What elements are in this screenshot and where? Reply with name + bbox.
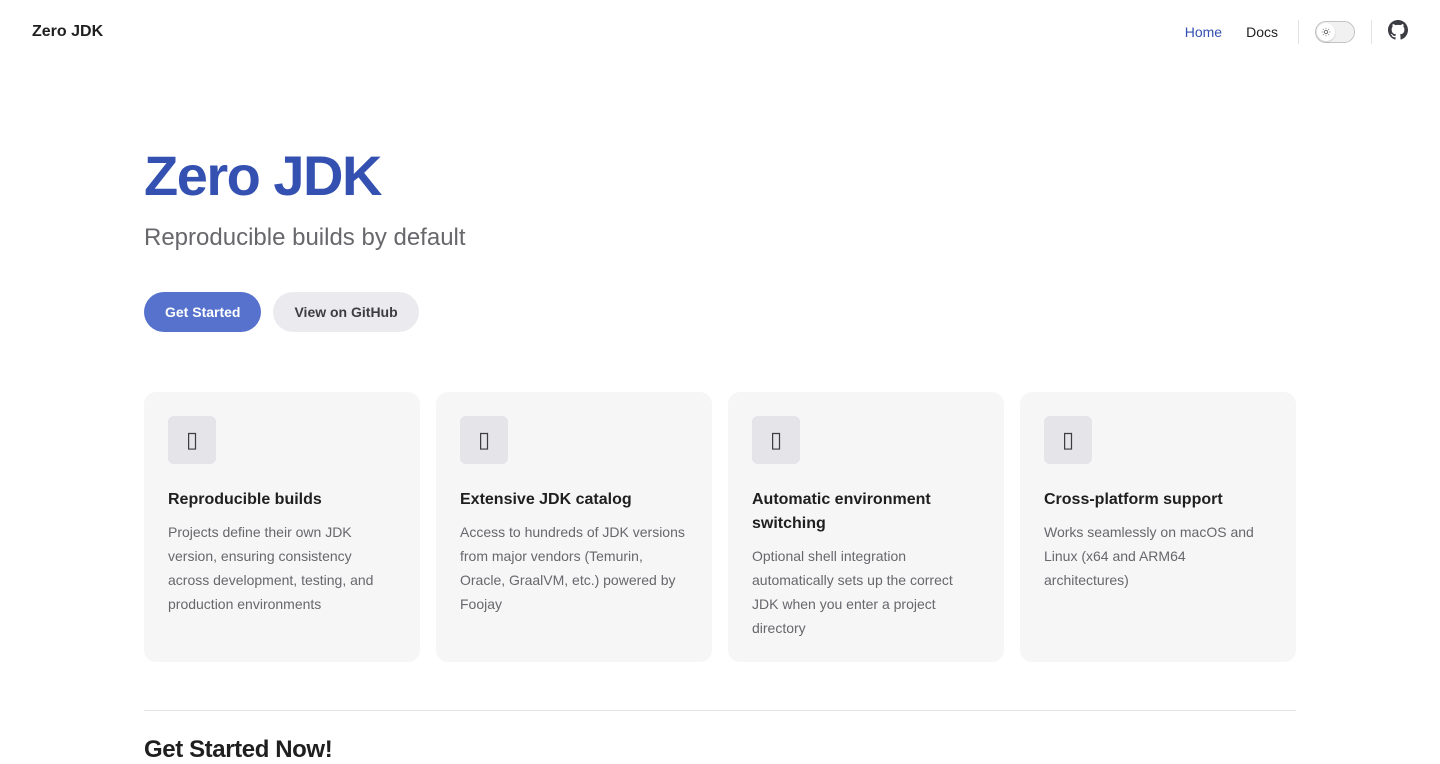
get-started-button[interactable]: Get Started <box>144 292 262 332</box>
nav-divider <box>1298 20 1299 44</box>
feature-placeholder-icon: ▯ <box>1044 416 1092 464</box>
feature-description: Projects define their own JDK version, e… <box>168 524 374 612</box>
nav-link-docs[interactable]: Docs <box>1246 24 1278 40</box>
nav-link-home[interactable]: Home <box>1185 24 1222 40</box>
feature-card: ▯ Cross-platform support Works seamlessl… <box>1020 392 1296 662</box>
feature-placeholder-icon: ▯ <box>460 416 508 464</box>
nav-divider <box>1371 20 1372 44</box>
feature-title: Extensive JDK catalog <box>460 491 632 508</box>
nav-menu: Home Docs <box>1161 0 1408 64</box>
feature-placeholder-icon: ▯ <box>752 416 800 464</box>
feature-description: Works seamlessly on macOS and Linux (x64… <box>1044 524 1254 588</box>
get-started-heading: Get Started Now! <box>144 736 333 763</box>
feature-title: Automatic environment switching <box>752 491 931 532</box>
top-navbar: Zero JDK Home Docs <box>0 0 1440 64</box>
features-grid: ▯ Reproducible builds Projects define th… <box>144 392 1296 662</box>
feature-card: ▯ Automatic environment switching Option… <box>728 392 1004 662</box>
feature-title: Cross-platform support <box>1044 491 1223 508</box>
hero-section: Zero JDK Reproducible builds by default … <box>144 140 466 332</box>
view-on-github-button[interactable]: View on GitHub <box>273 292 419 332</box>
hero-title: Zero JDK <box>144 144 382 207</box>
feature-card: ▯ Extensive JDK catalog Access to hundre… <box>436 392 712 662</box>
hero-tagline: Reproducible builds by default <box>144 224 466 251</box>
feature-placeholder-icon: ▯ <box>168 416 216 464</box>
theme-toggle[interactable] <box>1315 21 1355 43</box>
sun-icon <box>1317 23 1335 41</box>
hero-actions: Get Started View on GitHub <box>144 292 466 332</box>
github-link[interactable] <box>1388 19 1408 45</box>
feature-description: Optional shell integration automatically… <box>752 548 953 636</box>
section-divider <box>144 710 1296 711</box>
feature-card: ▯ Reproducible builds Projects define th… <box>144 392 420 662</box>
feature-title: Reproducible builds <box>168 491 322 508</box>
github-icon <box>1388 19 1408 45</box>
feature-description: Access to hundreds of JDK versions from … <box>460 524 685 612</box>
site-title-link[interactable]: Zero JDK <box>32 23 103 41</box>
